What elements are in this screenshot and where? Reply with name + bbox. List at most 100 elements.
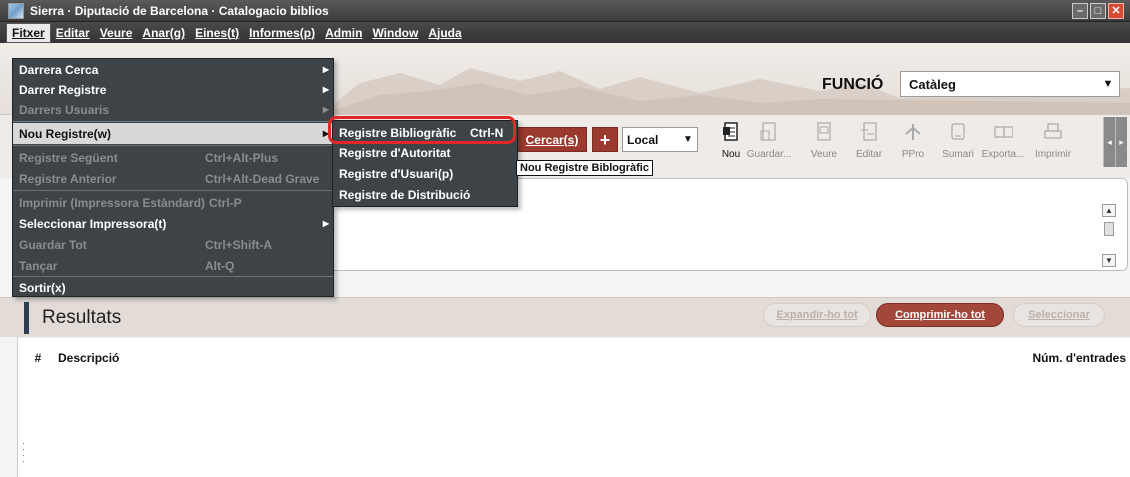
menu-item-label: Nou Registre(w) (19, 126, 112, 141)
menu-item-darrers-usuaris[interactable]: Darrers Usuaris ▶ (13, 99, 333, 120)
menu-eines[interactable]: Eines(t) (190, 24, 244, 42)
menu-item-label: Registre Anterior (19, 171, 117, 186)
tool-label: Veure (810, 149, 838, 160)
view-icon (814, 121, 834, 143)
submenu-item-distribucio[interactable]: Registre de Distribució (333, 185, 517, 205)
funcio-dropdown[interactable]: Catàleg ▼ (900, 71, 1120, 97)
results-table-body (18, 378, 1130, 477)
tool-sumari[interactable]: Sumari (935, 119, 981, 167)
tool-label: Guardar... (746, 149, 792, 160)
menu-item-shortcut: Ctrl+Alt-Plus (205, 150, 279, 165)
results-accent-bar (24, 302, 29, 334)
submenu-arrow-icon: ▶ (322, 85, 329, 94)
file-menu: Darrera Cerca ▶ Darrer Registre ▶ Darrer… (12, 58, 334, 297)
menu-admin[interactable]: Admin (320, 24, 367, 42)
menu-item-registre-anterior[interactable]: Registre Anterior Ctrl+Alt-Dead Grave (13, 168, 333, 189)
tool-label: Sumari (942, 149, 974, 160)
scroll-down-icon[interactable]: ▼ (1102, 254, 1116, 267)
window-controls: – □ ✕ (1072, 3, 1124, 19)
column-number[interactable]: # (18, 351, 58, 365)
menu-item-shortcut: Ctrl+Alt-Dead Grave (205, 171, 320, 186)
menu-item-label: Darrer Registre (19, 82, 107, 97)
scope-dropdown[interactable]: Local ▼ (622, 127, 698, 152)
menu-veure[interactable]: Veure (95, 24, 138, 42)
menu-item-label: Darrers Usuaris (19, 102, 110, 117)
menu-item-nou-registre[interactable]: Nou Registre(w) ▶ (13, 123, 333, 144)
window-title: Sierra · Diputació de Barcelona · Catalo… (30, 3, 329, 18)
funcio-value: Catàleg (909, 76, 956, 92)
select-button[interactable]: Seleccionar (1013, 303, 1105, 327)
menu-bar: Fitxer Editar Veure Anar(g) Eines(t) Inf… (0, 22, 1130, 43)
resize-grip[interactable]: · · · · (22, 439, 25, 466)
menu-fitxer[interactable]: Fitxer (6, 22, 51, 43)
print-icon (1043, 121, 1063, 143)
menu-item-sortir[interactable]: Sortir(x) (13, 277, 333, 298)
vertical-scrollbar[interactable]: ▲ ▼ (1102, 204, 1116, 268)
menu-item-label: Tançar (19, 258, 58, 273)
menu-separator (13, 190, 333, 191)
submenu-arrow-icon: ▶ (322, 219, 329, 228)
menu-item-imprimir[interactable]: Imprimir (Impressora Estàndard) Ctrl-P (13, 192, 333, 213)
menu-item-label: Seleccionar Impressora(t) (19, 216, 167, 231)
menu-separator (13, 121, 333, 122)
tool-imprimir[interactable]: Imprimir (1030, 119, 1076, 167)
menu-item-label: Guardar Tot (19, 237, 87, 252)
menu-item-shortcut: Alt-Q (205, 258, 235, 273)
sierra-app-window: Sierra · Diputació de Barcelona · Catalo… (0, 0, 1130, 477)
menu-window[interactable]: Window (367, 24, 423, 42)
tool-label: Editar (855, 149, 883, 160)
menu-item-shortcut: Ctrl+Shift-A (205, 237, 272, 252)
save-icon (759, 121, 779, 143)
menu-separator (13, 145, 333, 146)
tool-label: Exporta... (981, 149, 1025, 160)
column-description[interactable]: Descripció (58, 351, 1020, 365)
app-icon (8, 2, 24, 19)
tool-label: Imprimir (1034, 149, 1072, 160)
expand-all-button[interactable]: Expandir-ho tot (763, 303, 871, 327)
results-table-header: # Descripció Núm. d'entrades (18, 338, 1130, 378)
menu-item-guardar-tot[interactable]: Guardar Tot Ctrl+Shift-A (13, 234, 333, 255)
export-icon (993, 121, 1013, 143)
menu-item-darrer-registre[interactable]: Darrer Registre ▶ (13, 79, 333, 100)
column-entries[interactable]: Núm. d'entrades (1020, 351, 1130, 365)
minimize-icon[interactable]: – (1072, 3, 1088, 19)
submenu-arrow-icon: ▶ (322, 105, 329, 114)
scroll-left-icon[interactable]: ◂ (1103, 117, 1115, 167)
ppro-icon (903, 121, 923, 143)
add-search-button[interactable]: + (592, 127, 618, 152)
tool-guardar[interactable]: Guardar... (746, 119, 792, 167)
menu-item-darrera-cerca[interactable]: Darrera Cerca ▶ (13, 59, 333, 80)
tool-exporta[interactable]: Exporta... (980, 119, 1026, 167)
menu-informes[interactable]: Informes(p) (244, 24, 320, 42)
menu-item-label: Registre Següent (19, 150, 118, 165)
tool-editar[interactable]: Editar (846, 119, 892, 167)
submenu-item-autoritat[interactable]: Registre d'Autoritat (333, 143, 517, 163)
maximize-icon[interactable]: □ (1090, 3, 1106, 19)
collapse-all-button[interactable]: Comprimir-ho tot (876, 303, 1004, 327)
tool-label: PPro (901, 149, 925, 160)
new-record-icon (721, 121, 741, 143)
close-icon[interactable]: ✕ (1108, 3, 1124, 19)
menu-item-registre-seguent[interactable]: Registre Següent Ctrl+Alt-Plus (13, 147, 333, 168)
submenu-arrow-icon: ▶ (322, 65, 329, 74)
submenu-item-label: Registre d'Usuari(p) (339, 167, 454, 181)
highlight-annotation (328, 116, 516, 144)
chevron-down-icon: ▼ (683, 134, 693, 145)
tool-ppro[interactable]: PPro (890, 119, 936, 167)
search-button[interactable]: Cercar(s) (517, 127, 587, 152)
menu-ajuda[interactable]: Ajuda (423, 24, 466, 42)
menu-item-label: Imprimir (Impressora Estàndard) (19, 195, 206, 210)
menu-item-label: Sortir(x) (19, 280, 66, 295)
menu-item-tancar[interactable]: Tançar Alt-Q (13, 255, 333, 276)
menu-anar[interactable]: Anar(g) (137, 24, 190, 42)
scroll-right-icon[interactable]: ▸ (1115, 117, 1127, 167)
scope-value: Local (627, 132, 659, 147)
tool-label: Nou (721, 149, 741, 160)
submenu-item-usuari[interactable]: Registre d'Usuari(p) (333, 164, 517, 184)
tool-veure[interactable]: Veure (801, 119, 847, 167)
scroll-up-icon[interactable]: ▲ (1102, 204, 1116, 217)
chevron-down-icon: ▼ (1102, 78, 1114, 90)
scroll-thumb[interactable] (1104, 222, 1114, 236)
menu-item-seleccionar-impressora[interactable]: Seleccionar Impressora(t) ▶ (13, 213, 333, 234)
menu-editar[interactable]: Editar (51, 24, 95, 42)
